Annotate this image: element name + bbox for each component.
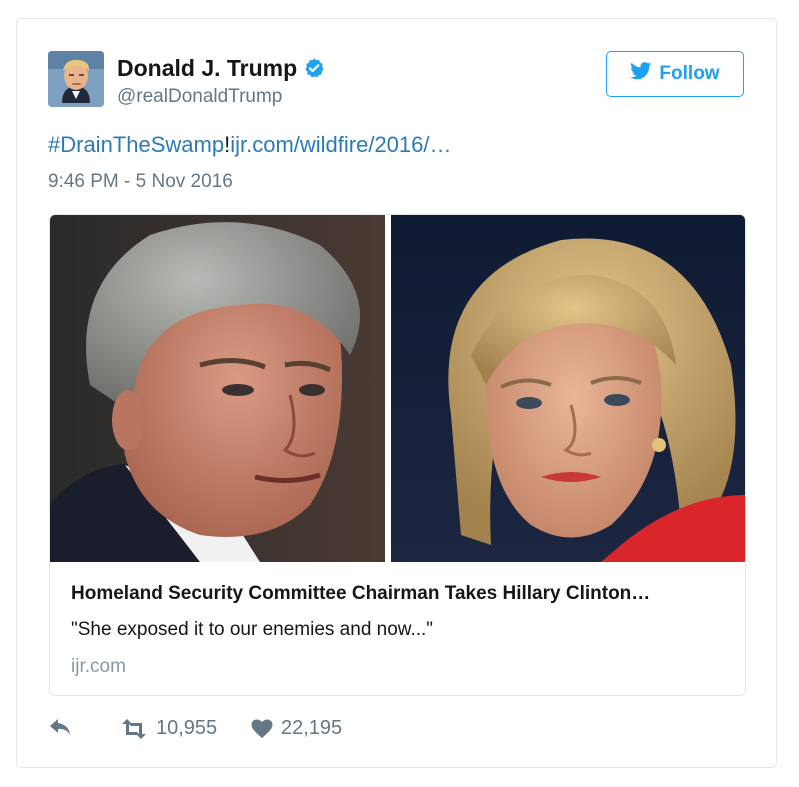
tweet-text: #DrainTheSwamp!ijr.com/wildfire/2016/… (48, 132, 452, 158)
retweet-count: 10,955 (156, 717, 218, 739)
author-name-text[interactable]: Donald J. Trump (117, 55, 297, 81)
tweet-actions: 10,955 22,195 (48, 717, 448, 747)
embedded-tweet: Donald J. Trump @realDonaldTrump Follow … (16, 18, 777, 768)
avatar[interactable] (48, 51, 104, 107)
hashtag-link[interactable]: #DrainTheSwamp (48, 132, 224, 157)
url-link[interactable]: ijr.com/wildfire/2016/… (230, 132, 451, 157)
card-photo-woman (391, 215, 745, 562)
verified-badge-icon (303, 57, 325, 85)
card-photo-man (50, 215, 385, 562)
like-count: 22,195 (281, 717, 343, 739)
avatar-photo (48, 51, 104, 107)
card-title[interactable]: Homeland Security Committee Chairman Tak… (71, 583, 650, 605)
retweet-icon (120, 718, 148, 739)
author-handle[interactable]: @realDonaldTrump (117, 86, 282, 108)
follow-label: Follow (659, 63, 720, 84)
card-image-right[interactable] (391, 215, 745, 562)
retweet-button[interactable]: 10,955 (120, 717, 217, 740)
author-name[interactable]: Donald J. Trump (117, 55, 325, 85)
card-description: "She exposed it to our enemies and now..… (71, 619, 434, 640)
like-button[interactable]: 22,195 (251, 717, 342, 740)
twitter-bird-icon (630, 62, 652, 86)
reply-icon (48, 717, 72, 737)
link-card[interactable]: Homeland Security Committee Chairman Tak… (49, 214, 746, 696)
heart-icon (251, 718, 273, 739)
reply-button[interactable] (48, 717, 72, 737)
card-domain[interactable]: ijr.com (71, 656, 126, 678)
card-image-left[interactable] (50, 215, 385, 562)
follow-button[interactable]: Follow (606, 51, 744, 97)
timestamp[interactable]: 9:46 PM - 5 Nov 2016 (48, 171, 233, 193)
